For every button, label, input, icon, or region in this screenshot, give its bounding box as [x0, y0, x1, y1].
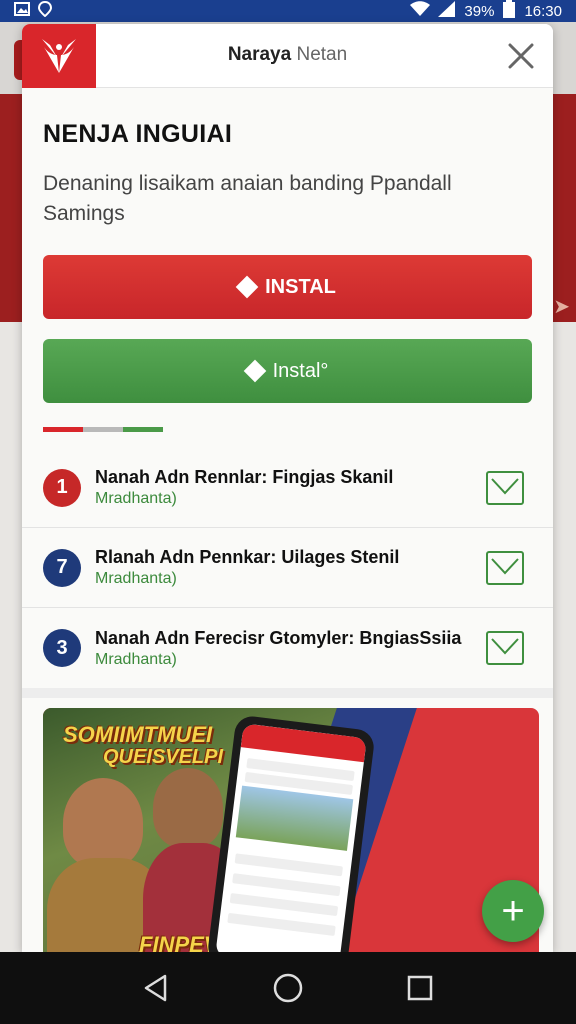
add-fab-button[interactable]: +	[482, 880, 544, 942]
list-item-subtitle: Mradhanta)	[95, 570, 177, 587]
diamond-icon	[235, 275, 259, 299]
phone-screen-row	[232, 873, 341, 897]
back-triangle-icon	[144, 974, 167, 1002]
install-button-secondary-label: Instal°	[272, 359, 329, 382]
phone-screen-header	[240, 723, 367, 763]
install-modal: Naraya Netan NENJA INGUIAI Denaning lisa…	[22, 24, 553, 952]
feature-list: 1 Nanah Adn Rennlar: Fingjas Skanil Mrad…	[22, 448, 553, 688]
install-button-primary[interactable]: INSTAL	[43, 255, 532, 319]
modal-title-bold: Naraya	[227, 44, 292, 65]
promo-headline-2: QUEISVELPI	[103, 746, 224, 768]
home-circle-icon	[273, 973, 303, 1003]
install-button-primary-label: INSTAL	[265, 275, 336, 298]
system-nav-bar	[0, 952, 576, 1024]
number-badge: 3	[43, 629, 81, 667]
promo-headline-1: SOMIIMTMUEI	[63, 722, 213, 747]
location-icon	[37, 0, 53, 21]
list-item-subtitle: Mradhanta)	[95, 490, 177, 507]
checkbox[interactable]	[486, 550, 524, 585]
diamond-icon	[243, 359, 266, 383]
install-button-secondary[interactable]: Instal°	[43, 339, 532, 403]
status-bar: 39% 16:30	[0, 0, 576, 22]
battery-percent: 39%	[464, 2, 495, 20]
list-item[interactable]: 7 Rlanah Adn Pennkar: Uilages Stenil Mra…	[22, 528, 553, 608]
home-button[interactable]	[268, 968, 308, 1008]
phone-screen-row	[229, 893, 339, 917]
modal-header: Naraya Netan	[22, 24, 553, 88]
list-item-title: Nanah Adn Rennlar: Fingjas Skanil	[95, 467, 394, 487]
tab-indicator	[43, 427, 163, 432]
checkbox[interactable]	[486, 631, 524, 665]
promo-banner[interactable]: SOMIIMTMUEI QUEISVELPI FINPEVI	[43, 708, 539, 952]
image-icon	[14, 2, 30, 20]
list-item[interactable]: 1 Nanah Adn Rennlar: Fingjas Skanil Mrad…	[22, 448, 553, 528]
section-divider	[22, 688, 553, 698]
person-right-image	[153, 768, 223, 848]
phone-screen-image	[235, 785, 354, 851]
close-icon	[508, 43, 534, 69]
checkbox[interactable]	[486, 470, 524, 505]
tab-indicator-segment	[43, 427, 83, 432]
number-badge: 7	[43, 548, 81, 587]
phone-screen	[215, 723, 367, 952]
phone-screen-row	[234, 853, 344, 877]
recents-square-icon	[407, 975, 433, 1001]
number-badge: 1	[43, 468, 81, 507]
battery-icon	[502, 0, 516, 22]
tab-indicator-segment	[83, 427, 123, 432]
modal-title: Naraya Netan	[22, 44, 553, 66]
wifi-icon	[410, 1, 431, 21]
check-icon	[491, 557, 519, 574]
recents-button[interactable]	[400, 968, 440, 1008]
arrow-right-icon: ➤	[553, 296, 570, 318]
signal-icon	[438, 1, 456, 21]
back-button[interactable]	[136, 968, 176, 1008]
tab-indicator-segment	[123, 427, 163, 432]
list-item[interactable]: 3 Nanah Adn Ferecisr Gtomyler: BngiasSsi…	[22, 608, 553, 688]
modal-description: Denaning lisaikam anaian banding Ppandal…	[43, 172, 452, 225]
list-item-subtitle: Mradhanta)	[95, 650, 177, 668]
check-icon	[491, 638, 519, 655]
clock: 16:30	[524, 2, 562, 20]
list-item-title: Nanah Adn Ferecisr Gtomyler: BngiasSsiia	[95, 627, 462, 648]
person-left-image	[63, 778, 143, 868]
check-icon	[491, 477, 519, 494]
phone-mockup	[206, 714, 376, 952]
list-item-title: Rlanah Adn Pennkar: Uilages Stenil	[95, 547, 400, 567]
modal-title-light: Netan	[296, 44, 348, 65]
close-button[interactable]	[505, 40, 537, 72]
phone-screen-row	[227, 912, 336, 936]
modal-heading: NENJA INGUIAI	[43, 120, 233, 148]
